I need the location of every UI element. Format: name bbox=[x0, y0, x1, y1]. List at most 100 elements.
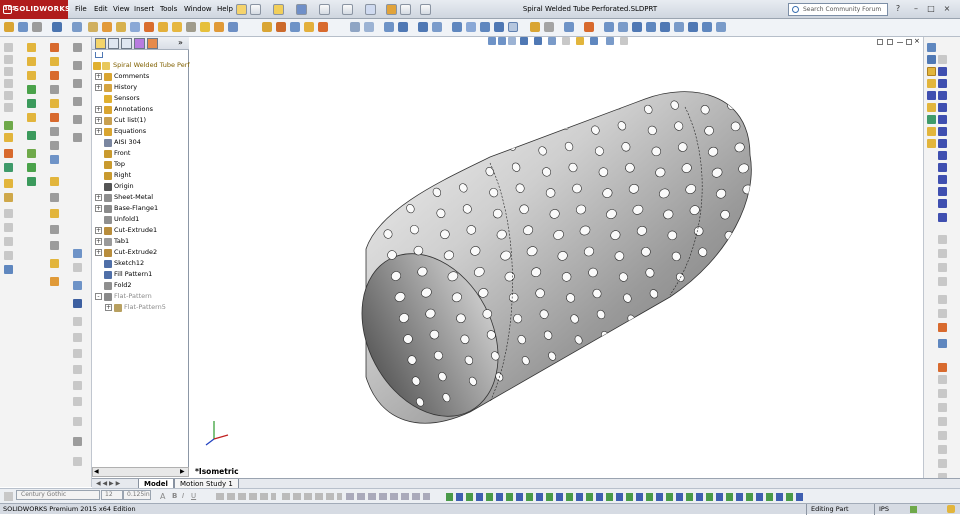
edge-flange-icon[interactable] bbox=[50, 43, 59, 52]
hud-hide-show-icon[interactable] bbox=[562, 37, 570, 45]
move-body-icon[interactable] bbox=[27, 177, 36, 186]
jog-icon[interactable] bbox=[50, 85, 59, 94]
view-settings-icon[interactable] bbox=[480, 22, 490, 32]
text-bold-icon[interactable]: A bbox=[160, 492, 169, 501]
right-point-icon[interactable] bbox=[938, 139, 947, 148]
feature-manager-tab-icon[interactable] bbox=[95, 38, 106, 49]
sketch-fillet-icon[interactable] bbox=[4, 193, 13, 202]
scene-icon[interactable] bbox=[466, 22, 476, 32]
units-system[interactable]: IPS bbox=[874, 504, 889, 515]
view-front-icon[interactable] bbox=[632, 22, 642, 32]
help-icon[interactable]: ? bbox=[893, 3, 903, 14]
ambient-occlusion-icon[interactable] bbox=[564, 22, 574, 32]
sketch-circle-icon[interactable] bbox=[4, 55, 13, 64]
right-construction-icon[interactable] bbox=[938, 235, 947, 244]
view-back-icon[interactable] bbox=[646, 22, 656, 32]
close-button[interactable]: × bbox=[942, 3, 952, 14]
cartoon-icon[interactable] bbox=[584, 22, 594, 32]
sketch-text-icon[interactable] bbox=[4, 209, 13, 218]
menu-help[interactable]: Help bbox=[214, 0, 236, 19]
right-text-icon[interactable] bbox=[927, 139, 936, 148]
no-bends-icon[interactable] bbox=[50, 259, 59, 268]
revolve-icon[interactable] bbox=[144, 22, 154, 32]
expand-icon[interactable]: + bbox=[95, 238, 102, 245]
wrap-icon[interactable] bbox=[27, 131, 36, 140]
camera-icon[interactable] bbox=[618, 22, 628, 32]
sketch-pattern-icon[interactable] bbox=[4, 163, 13, 172]
status-info-icon[interactable] bbox=[910, 506, 917, 513]
quick-tips-icon[interactable] bbox=[947, 505, 955, 513]
right-note-icon[interactable] bbox=[938, 389, 947, 398]
expand-icon[interactable]: + bbox=[95, 249, 102, 256]
undo-icon[interactable] bbox=[342, 4, 353, 15]
section-view-icon[interactable] bbox=[384, 22, 394, 32]
view-orientation-icon[interactable] bbox=[398, 22, 408, 32]
sweep-icon[interactable] bbox=[158, 22, 168, 32]
menu-tools[interactable]: Tools bbox=[157, 0, 180, 19]
instant3d-icon[interactable] bbox=[290, 22, 300, 32]
closed-corner-icon[interactable] bbox=[50, 127, 59, 136]
print-icon[interactable] bbox=[319, 4, 330, 15]
reference-geometry-icon[interactable] bbox=[262, 22, 272, 32]
shell-icon[interactable] bbox=[228, 22, 238, 32]
annotation-note-icon[interactable] bbox=[73, 249, 82, 258]
shaded-edges-icon[interactable] bbox=[494, 22, 504, 32]
hud-zoom-area-icon[interactable] bbox=[498, 37, 506, 45]
expand-icon[interactable]: + bbox=[95, 73, 102, 80]
dome-icon[interactable] bbox=[27, 113, 36, 122]
menu-edit[interactable]: Edit bbox=[91, 0, 111, 19]
table-icon[interactable] bbox=[73, 437, 82, 446]
right-display-icon[interactable] bbox=[938, 339, 947, 348]
font-size-select[interactable]: 12 bbox=[101, 490, 123, 500]
options-icon[interactable] bbox=[420, 4, 431, 15]
minimize-button[interactable]: – bbox=[911, 3, 921, 14]
collapse-icon[interactable]: - bbox=[95, 293, 102, 300]
hud-view-settings-icon[interactable] bbox=[606, 37, 614, 45]
line-height-select[interactable]: 0.125in bbox=[123, 490, 151, 500]
expand-icon[interactable]: + bbox=[95, 106, 102, 113]
lofted-bend-icon[interactable] bbox=[73, 61, 82, 70]
rip-icon[interactable] bbox=[50, 277, 59, 286]
center-mark-icon[interactable] bbox=[73, 381, 82, 390]
feature-icon[interactable] bbox=[116, 22, 126, 32]
balloon-icon[interactable] bbox=[73, 263, 82, 272]
right-scale-icon[interactable] bbox=[938, 295, 947, 304]
view-isometric-icon[interactable] bbox=[716, 22, 726, 32]
right-block-icon[interactable] bbox=[938, 459, 947, 468]
sketch-point-icon[interactable] bbox=[4, 223, 13, 232]
sketch-tool-icon[interactable] bbox=[4, 22, 14, 32]
expand-icon[interactable]: + bbox=[95, 227, 102, 234]
hud-previous-view-icon[interactable] bbox=[508, 37, 516, 45]
split-icon[interactable] bbox=[27, 149, 36, 158]
right-mirror-icon[interactable] bbox=[938, 199, 947, 208]
zoom-fit-icon[interactable] bbox=[350, 22, 360, 32]
hem-icon[interactable] bbox=[50, 71, 59, 80]
extrude-boss-icon[interactable] bbox=[130, 22, 140, 32]
extrude-icon[interactable] bbox=[27, 43, 36, 52]
view-top-icon[interactable] bbox=[688, 22, 698, 32]
right-sketch-tool-icon[interactable] bbox=[927, 67, 936, 76]
viewport-minimize-icon[interactable] bbox=[897, 42, 903, 43]
display-style-icon[interactable] bbox=[418, 22, 428, 32]
flatten-icon[interactable] bbox=[50, 241, 59, 250]
shaded-icon[interactable] bbox=[508, 22, 518, 32]
menu-view[interactable]: View bbox=[110, 0, 133, 19]
sketch-centerline-icon[interactable] bbox=[4, 237, 13, 246]
forming-tool-icon[interactable] bbox=[50, 177, 59, 186]
right-ellipse-icon[interactable] bbox=[938, 115, 947, 124]
corner-relief-icon[interactable] bbox=[73, 133, 82, 142]
datum-icon[interactable] bbox=[73, 317, 82, 326]
gusset-icon[interactable] bbox=[73, 115, 82, 124]
right-annotation-icon[interactable] bbox=[938, 363, 947, 372]
text-tool-icon[interactable] bbox=[73, 299, 82, 308]
weld-symbol-icon[interactable] bbox=[73, 333, 82, 342]
hole-callout-icon[interactable] bbox=[73, 365, 82, 374]
sketch-trim-icon[interactable] bbox=[4, 103, 13, 112]
file-properties-icon[interactable] bbox=[400, 4, 411, 15]
save-icon[interactable] bbox=[296, 4, 307, 15]
vent-icon[interactable] bbox=[50, 193, 59, 202]
right-move-icon[interactable] bbox=[938, 249, 947, 258]
font-select[interactable]: Century Gothic bbox=[16, 490, 100, 500]
menu-window[interactable]: Window bbox=[181, 0, 215, 19]
hud-display-style-icon[interactable] bbox=[548, 37, 556, 45]
